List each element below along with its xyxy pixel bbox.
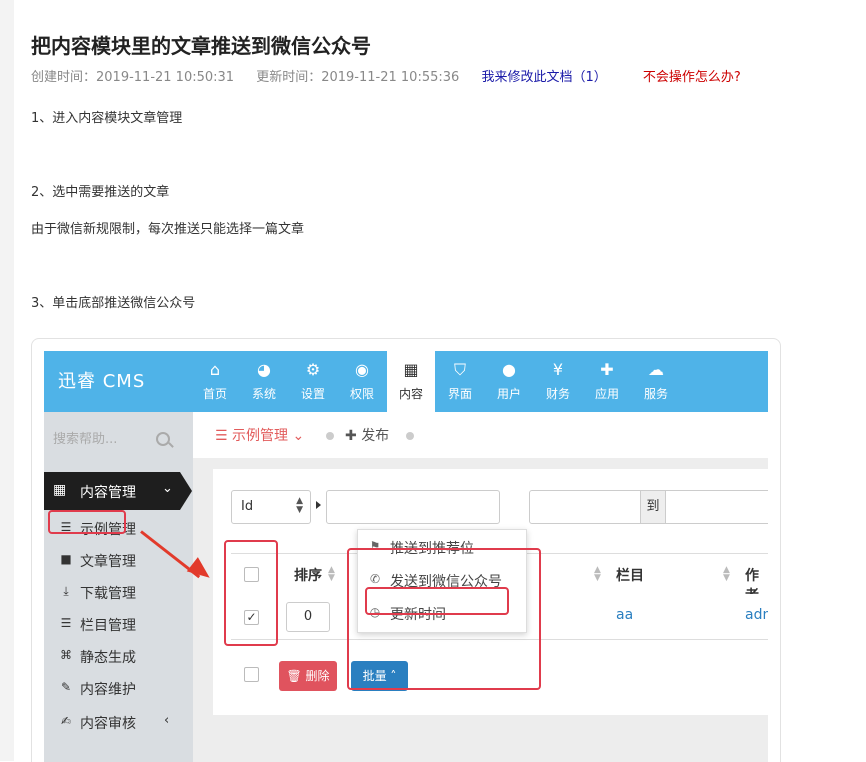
keyword-input[interactable] (326, 490, 500, 524)
sidebar-item-review[interactable]: ✍ 内容审核 ‹ (44, 707, 193, 737)
nav-settings[interactable]: ⚙ 设置 (289, 351, 337, 412)
file-code-icon: ⌘ (60, 648, 72, 662)
sort-icon[interactable]: ▲ ▼ (328, 566, 335, 583)
file-icon: ■ (60, 552, 72, 566)
author-link[interactable]: adm (745, 607, 768, 623)
globe-icon: ◕ (257, 360, 271, 379)
highlight-checkboxes (224, 540, 278, 646)
caret-right-icon (316, 501, 321, 509)
nav-system[interactable]: ◕ 系统 (240, 351, 288, 412)
user-icon: ● (502, 360, 516, 379)
nav-finance[interactable]: ¥ 财务 (534, 351, 582, 412)
range-end-input[interactable] (665, 490, 768, 524)
wrench-icon: ✎ (60, 680, 72, 694)
nav-content[interactable]: ▦ 内容 (387, 351, 435, 412)
puzzle-icon: ✚ (600, 360, 614, 379)
crumb-current[interactable]: ☰ 示例管理 ⌄ (215, 425, 304, 445)
range-to-label: 到 (640, 490, 666, 524)
gears-icon: ⚙ (305, 360, 321, 379)
step-1: 1、进入内容模块文章管理 (31, 111, 183, 126)
html5-icon: ⛉ (453, 360, 466, 379)
cms-logo: 迅睿 CMS (58, 371, 146, 392)
trash-icon: 🗑 (286, 669, 302, 683)
edit-icon: ✍ (60, 714, 72, 728)
search-input[interactable]: 搜索帮助... (53, 428, 117, 447)
column-link[interactable]: aa (616, 607, 633, 623)
sidebar-item-downloads[interactable]: ⤓ 下载管理 (44, 577, 193, 607)
highlight-batch-menu (347, 548, 541, 690)
step-3: 3、单击底部推送微信公众号 (31, 296, 196, 311)
nav-interface[interactable]: ⛉ 界面 (436, 351, 484, 412)
cloud-icon: ☁ (648, 360, 664, 379)
sidebar-item-columns[interactable]: ☰ 栏目管理 (44, 609, 193, 639)
header-column[interactable]: 栏目 (616, 565, 644, 585)
header-order[interactable]: 排序 (294, 565, 322, 585)
publish-link[interactable]: ✚ 发布 (345, 425, 389, 445)
order-input[interactable]: 0 (286, 602, 330, 632)
download-icon: ⤓ (63, 584, 69, 598)
doc-meta: 创建时间：2019-11-21 10:50:31 更新时间：2019-11-21… (31, 66, 759, 85)
top-nav: 迅睿 CMS ⌂ 首页 ◕ 系统 ⚙ 设置 ◉ 权限 ▦ 内容 ⛉ 界面 ● 用户 ¥ 财务 ✚… (44, 351, 768, 412)
help-link[interactable]: 不会操作怎么办? (643, 70, 741, 85)
sidebar-item-articles[interactable]: ■ 文章管理 (44, 545, 193, 575)
sort-icon[interactable]: ▲ ▼ (723, 566, 730, 583)
chevron-down-icon: ⌄ (162, 481, 173, 496)
delete-button[interactable]: 🗑 删除 (279, 661, 337, 691)
nav-users[interactable]: ● 用户 (485, 351, 533, 412)
field-select[interactable]: Id ▲ ▼ (231, 490, 311, 524)
home-icon: ⌂ (209, 360, 221, 379)
sidebar: 搜索帮助... ▦ 内容管理 ⌄ ☰ 示例管理 ■ 文章管理 ⤓ 下载管理 ☰ 栏目管理… (44, 412, 193, 762)
crumb-separator (406, 432, 414, 440)
list-icon: ☰ (60, 616, 72, 630)
step-note: 由于微信新规限制，每次推送只能选择一篇文章 (31, 222, 305, 237)
sidebar-item-static[interactable]: ⌘ 静态生成 (44, 641, 193, 671)
nav-home[interactable]: ⌂ 首页 (191, 351, 239, 412)
page-title: 把内容模块里的文章推送到微信公众号 (31, 34, 371, 58)
sidebar-head-content[interactable]: ▦ 内容管理 ⌄ (44, 472, 192, 510)
highlight-examples (48, 510, 126, 534)
grid-icon: ▦ (403, 360, 419, 379)
step-2: 2、选中需要推送的文章 (31, 185, 170, 200)
created-time: 创建时间：2019-11-21 10:50:31 (31, 70, 235, 85)
left-gutter (0, 0, 14, 761)
grid-icon: ▦ (53, 482, 67, 498)
crumb-separator (326, 432, 334, 440)
yen-icon: ¥ (552, 360, 564, 379)
range-start-input[interactable] (529, 490, 641, 524)
nav-apps[interactable]: ✚ 应用 (583, 351, 631, 412)
updated-time: 更新时间：2019-11-21 10:55:36 (256, 70, 460, 85)
nav-permissions[interactable]: ◉ 权限 (338, 351, 386, 412)
search-icon[interactable] (156, 432, 170, 446)
highlight-wechat-item (365, 587, 509, 615)
nav-services[interactable]: ☁ 服务 (632, 351, 680, 412)
edit-doc-link[interactable]: 我来修改此文档（1） (481, 70, 606, 85)
breadcrumb: ☰ 示例管理 ⌄ ✚ 发布 (193, 412, 768, 458)
user-circle-icon: ◉ (355, 360, 369, 379)
select-arrows-icon: ▲ ▼ (296, 496, 303, 515)
footer-checkbox[interactable] (244, 667, 259, 682)
sort-icon[interactable]: ▲ ▼ (594, 566, 601, 583)
sidebar-item-maintenance[interactable]: ✎ 内容维护 (44, 673, 193, 703)
chevron-left-icon: ‹ (164, 713, 170, 728)
